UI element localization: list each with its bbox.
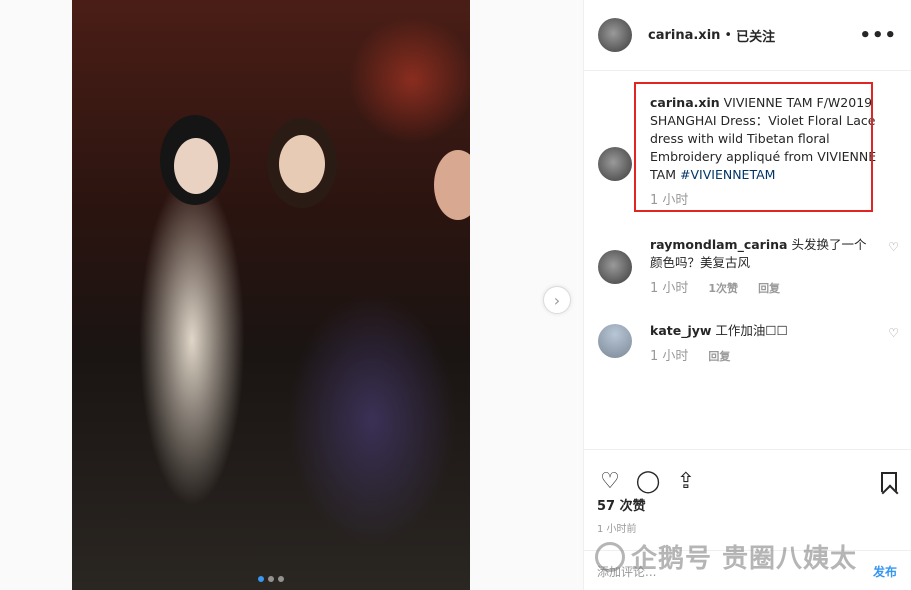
list-item: kate_jyw 工作加油☐☐ 1 小时 回复 ♡ bbox=[598, 322, 901, 366]
carousel-dot bbox=[278, 576, 284, 582]
carousel-dot bbox=[268, 576, 274, 582]
carousel-indicator bbox=[72, 576, 470, 582]
more-dots-icon[interactable]: ••• bbox=[859, 25, 897, 46]
follow-status-button[interactable]: 已关注 bbox=[736, 26, 775, 45]
heart-icon[interactable]: ♡ bbox=[888, 240, 899, 254]
heart-icon[interactable]: ♡ bbox=[888, 326, 899, 340]
comment-time: 1 小时 bbox=[650, 349, 689, 364]
comment-meta: 1 小时 1次赞 回复 bbox=[650, 280, 867, 298]
comment-meta: 1 小时 回复 bbox=[650, 348, 867, 366]
chevron-right-icon[interactable]: › bbox=[543, 286, 571, 314]
share-icon[interactable]: ⇪ bbox=[673, 469, 699, 495]
comment-username[interactable]: kate_jyw bbox=[650, 323, 711, 338]
post-username[interactable]: carina.xin bbox=[648, 28, 720, 43]
post-actions: ♡ ◯ ⇪ bbox=[583, 449, 911, 501]
comment-time: 1 小时 bbox=[650, 281, 689, 296]
caption-highlight-box bbox=[634, 82, 873, 212]
comment-likes[interactable]: 1次赞 bbox=[708, 280, 738, 298]
comment-text: 工作加油☐☐ bbox=[715, 323, 788, 338]
instagram-post-view: › carina.xin • 已关注 ••• carina.xin VIVIEN… bbox=[0, 0, 911, 590]
post-header: carina.xin • 已关注 ••• bbox=[584, 0, 911, 71]
comment-bubble-icon[interactable]: ◯ bbox=[635, 469, 661, 495]
photo-person-face bbox=[279, 135, 325, 193]
avatar[interactable] bbox=[598, 324, 632, 358]
likes-count[interactable]: 57 次赞 bbox=[597, 495, 646, 514]
post-photo[interactable] bbox=[72, 0, 470, 590]
avatar[interactable] bbox=[598, 18, 632, 52]
carousel-dot bbox=[258, 576, 264, 582]
separator: • bbox=[724, 27, 733, 43]
bookmark-icon[interactable] bbox=[881, 471, 897, 492]
heart-icon[interactable]: ♡ bbox=[597, 469, 623, 495]
photo-image bbox=[72, 0, 470, 590]
list-item: raymondlam_carina 头发换了一个颜色吗？美复古风 1 小时 1次… bbox=[598, 236, 901, 298]
avatar[interactable] bbox=[598, 250, 632, 284]
watermark-text: 企鹅号 贵圈八姨太 bbox=[631, 544, 858, 574]
reply-button[interactable]: 回复 bbox=[708, 348, 730, 366]
comment-username[interactable]: raymondlam_carina bbox=[650, 237, 787, 252]
watermark-logo-icon bbox=[595, 541, 625, 572]
photo-person-face bbox=[174, 138, 218, 194]
reply-button[interactable]: 回复 bbox=[758, 280, 780, 298]
watermark: 企鹅号 贵圈八姨太 bbox=[595, 538, 857, 575]
posted-time: 1 小时前 bbox=[597, 524, 637, 535]
post-comment-button[interactable]: 发布 bbox=[873, 563, 897, 579]
